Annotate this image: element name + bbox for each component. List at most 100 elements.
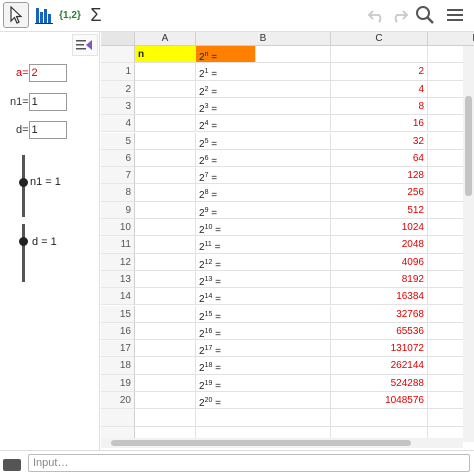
- cell-b-power[interactable]: 21 =: [196, 63, 331, 81]
- cell-b-power[interactable]: 217 =: [196, 340, 331, 358]
- cell-c-value[interactable]: 131072: [331, 340, 428, 358]
- cell-empty[interactable]: [135, 409, 196, 427]
- slider-d-handle[interactable]: [19, 237, 28, 246]
- row-header[interactable]: 7: [101, 167, 135, 185]
- cell-a[interactable]: [135, 322, 196, 341]
- cell-a[interactable]: [135, 184, 196, 202]
- cell-b-header[interactable]: 2n =: [196, 46, 256, 64]
- cell-b-power[interactable]: 212 =: [196, 253, 331, 271]
- search-button[interactable]: [412, 2, 438, 28]
- cell-b-power[interactable]: 211 =: [196, 236, 331, 254]
- cell-c-value[interactable]: 32768: [331, 305, 428, 323]
- row-header[interactable]: [101, 409, 135, 427]
- histogram-tool-button[interactable]: [31, 2, 57, 28]
- cell-b-power[interactable]: 29 =: [196, 201, 331, 219]
- main-menu-button[interactable]: [442, 2, 468, 28]
- cell-c-value[interactable]: 64: [331, 149, 428, 168]
- cell-a[interactable]: [135, 219, 196, 237]
- cell-a[interactable]: [135, 288, 196, 306]
- column-header-d[interactable]: D: [428, 32, 474, 46]
- row-header[interactable]: 4: [101, 115, 135, 133]
- row-header[interactable]: 3: [101, 97, 135, 116]
- cell-a[interactable]: [135, 253, 196, 271]
- cell-c-value[interactable]: 8: [331, 97, 428, 116]
- cell-c-value[interactable]: 1024: [331, 219, 428, 237]
- cell-a[interactable]: [135, 236, 196, 254]
- row-header[interactable]: 6: [101, 149, 135, 168]
- row-header[interactable]: 5: [101, 132, 135, 150]
- column-header-a[interactable]: A: [135, 32, 196, 46]
- move-tool-button[interactable]: [3, 2, 29, 28]
- cell-empty[interactable]: [256, 46, 331, 64]
- row-header[interactable]: 15: [101, 305, 135, 323]
- cell-a-header[interactable]: n: [135, 46, 196, 64]
- cell-a[interactable]: [135, 374, 196, 392]
- cell-b-power[interactable]: 22 =: [196, 80, 331, 98]
- cell-c-value[interactable]: 256: [331, 184, 428, 202]
- cell-a[interactable]: [135, 63, 196, 81]
- row-header[interactable]: 11: [101, 236, 135, 254]
- row-header[interactable]: 19: [101, 374, 135, 392]
- cell-c-value[interactable]: 8192: [331, 270, 428, 289]
- keyboard-icon[interactable]: [3, 459, 21, 471]
- cell-a[interactable]: [135, 132, 196, 150]
- cell-b-power[interactable]: 24 =: [196, 115, 331, 133]
- cell-c-value[interactable]: 524288: [331, 374, 428, 392]
- cell-b-power[interactable]: 210 =: [196, 219, 331, 237]
- column-header-c[interactable]: C: [331, 32, 428, 46]
- cell-c-value[interactable]: 2: [331, 63, 428, 81]
- cell-c-value[interactable]: 1048576: [331, 392, 428, 410]
- horizontal-scrollbar[interactable]: [101, 438, 463, 448]
- cell-a[interactable]: [135, 201, 196, 219]
- cell-b-power[interactable]: 27 =: [196, 167, 331, 185]
- cell-b-power[interactable]: 28 =: [196, 184, 331, 202]
- cell-a[interactable]: [135, 392, 196, 410]
- horizontal-scroll-thumb[interactable]: [111, 440, 411, 446]
- cell-empty[interactable]: [196, 409, 331, 427]
- cell-a[interactable]: [135, 115, 196, 133]
- cell-b-power[interactable]: 26 =: [196, 149, 331, 168]
- cell-c-value[interactable]: 512: [331, 201, 428, 219]
- row-header[interactable]: 1: [101, 63, 135, 81]
- cell-b-power[interactable]: 219 =: [196, 374, 331, 392]
- cell-b-power[interactable]: 216 =: [196, 322, 331, 341]
- cell-a[interactable]: [135, 340, 196, 358]
- row-header[interactable]: 16: [101, 322, 135, 341]
- row-header[interactable]: 8: [101, 184, 135, 202]
- row-header[interactable]: [101, 46, 135, 64]
- cell-c-value[interactable]: 4096: [331, 253, 428, 271]
- number-a-input[interactable]: 2: [28, 64, 67, 82]
- cell-b-power[interactable]: 213 =: [196, 270, 331, 289]
- cell-c-value[interactable]: 2048: [331, 236, 428, 254]
- row-header[interactable]: 13: [101, 270, 135, 289]
- row-header[interactable]: 18: [101, 357, 135, 375]
- cell-b-power[interactable]: 215 =: [196, 305, 331, 323]
- cell-empty[interactable]: [331, 409, 428, 427]
- number-d-input[interactable]: 1: [28, 121, 67, 139]
- algebra-input[interactable]: [28, 454, 470, 472]
- redo-button[interactable]: [386, 2, 412, 28]
- style-bar-toggle-button[interactable]: [72, 34, 98, 56]
- row-header[interactable]: 20: [101, 392, 135, 410]
- sum-tool-button[interactable]: Σ: [83, 2, 109, 28]
- cell-a[interactable]: [135, 167, 196, 185]
- cell-b-power[interactable]: 23 =: [196, 97, 331, 116]
- cell-b-power[interactable]: 220 =: [196, 392, 331, 410]
- slider-d-track[interactable]: [22, 224, 25, 282]
- column-header-b[interactable]: B: [196, 32, 331, 46]
- list-tool-button[interactable]: {1,2}: [57, 2, 83, 28]
- slider-n1-handle[interactable]: [19, 178, 28, 187]
- cell-empty[interactable]: [331, 46, 428, 64]
- cell-a[interactable]: [135, 149, 196, 168]
- cell-a[interactable]: [135, 270, 196, 289]
- row-header[interactable]: 14: [101, 288, 135, 306]
- cell-c-value[interactable]: 4: [331, 80, 428, 98]
- number-n1-input[interactable]: 1: [28, 93, 67, 111]
- row-header[interactable]: 2: [101, 80, 135, 98]
- cell-c-value[interactable]: 262144: [331, 357, 428, 375]
- row-header[interactable]: 17: [101, 340, 135, 358]
- cell-c-value[interactable]: 16: [331, 115, 428, 133]
- cell-a[interactable]: [135, 357, 196, 375]
- row-header[interactable]: 10: [101, 219, 135, 237]
- cell-b-power[interactable]: 218 =: [196, 357, 331, 375]
